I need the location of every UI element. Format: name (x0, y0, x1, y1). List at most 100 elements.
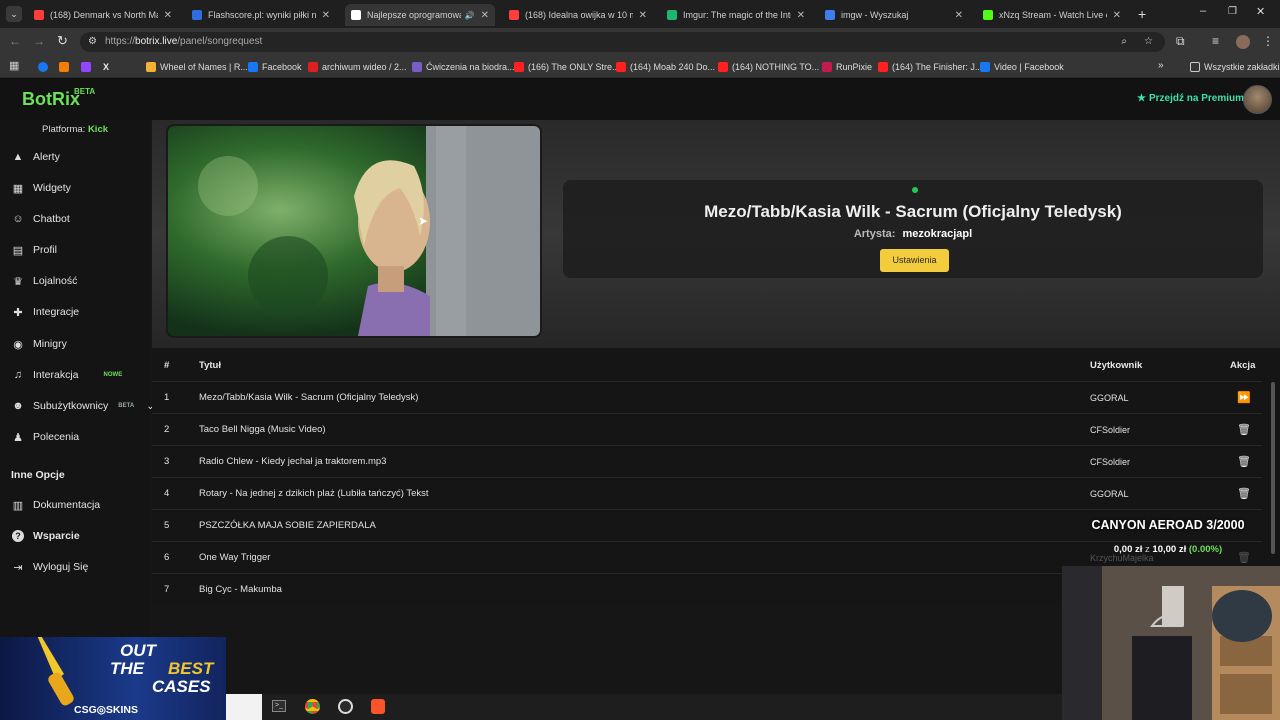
bookmark-item[interactable]: (164) The Finisher: J... (878, 60, 982, 74)
queue-row: 1 Mezo/Tabb/Kasia Wilk - Sacrum (Oficjaln… (152, 381, 1262, 413)
video-player[interactable]: ➤ (166, 124, 542, 338)
browser-tab[interactable]: Imgur: The magic of the Interne ✕ (661, 4, 811, 26)
bookmark-label: Video | Facebook (994, 62, 1064, 72)
taskbar-search[interactable] (226, 694, 262, 720)
sidebar-item[interactable]: ▤ Profil (12, 240, 57, 260)
sidebar-item[interactable]: ? Wsparcie (12, 526, 80, 546)
url-field[interactable]: ⚙ https://botrix.live/panel/songrequest … (80, 32, 1165, 52)
bookmark-x-icon[interactable]: X (103, 60, 109, 74)
browser-tab[interactable]: imgw - Wyszukaj ✕ (819, 4, 969, 26)
trash-icon[interactable]: 🗑 (1237, 423, 1251, 436)
browser-tab-bar: ⌄ (168) Denmark vs North Maced✕ Flashscor… (0, 0, 1280, 28)
extensions-icon[interactable]: ⧉ (1176, 34, 1185, 49)
sidebar-item[interactable]: ♫ Interakcja NOWE (12, 365, 122, 385)
site-info-icon[interactable]: ⚙ (88, 32, 97, 52)
goal-percent: (0.00%) (1188, 544, 1223, 555)
tab-close-icon[interactable]: ✕ (955, 10, 963, 21)
sidebar-item[interactable]: ▦ Widgety (12, 178, 71, 198)
browser-tab[interactable]: (168) Idealna owijka w 10 minu ✕ (503, 4, 653, 26)
sidebar-item[interactable]: ♟ Polecenia (12, 427, 79, 447)
tab-close-icon[interactable]: ✕ (1113, 10, 1121, 21)
zoom-icon[interactable]: ⌕ (1121, 32, 1127, 52)
bookmark-item[interactable]: Ćwiczenia na biodra... (412, 60, 515, 74)
trash-icon[interactable]: 🗑 (1237, 455, 1251, 468)
all-bookmarks-folder[interactable]: Wszystkie zakładki (1190, 60, 1280, 74)
media-control-icon[interactable]: ≡ (1212, 34, 1219, 48)
settings-button[interactable]: Ustawienia (880, 249, 949, 272)
user-avatar[interactable] (1243, 85, 1272, 114)
goal-current: 0,00 zł (1113, 544, 1143, 555)
chrome-icon[interactable] (305, 699, 320, 714)
bookmark-item[interactable]: (166) The ONLY Stre... (514, 60, 620, 74)
sidebar-item[interactable]: ▲ Alerty (12, 147, 60, 167)
brave-icon[interactable] (371, 699, 385, 714)
bookmark-favicon-icon (248, 62, 258, 72)
forward-icon[interactable]: → (33, 34, 45, 48)
obs-icon[interactable] (338, 699, 353, 714)
bookmark-favicon-icon (146, 62, 156, 72)
trash-icon[interactable]: 🗑 (1237, 487, 1251, 500)
tab-close-icon[interactable]: ✕ (322, 10, 330, 21)
bookmark-label: Facebook (262, 62, 302, 72)
tab-favicon-icon (351, 10, 361, 20)
star-icon: ★ (1137, 93, 1146, 104)
sidebar-item-label: Dokumentacja (33, 499, 101, 511)
new-tab-button[interactable]: + (1138, 6, 1146, 22)
reload-icon[interactable]: ↻ (57, 33, 68, 49)
menu-icon[interactable]: ⋮ (1262, 34, 1274, 48)
grid-icon: ▦ (12, 182, 24, 195)
goal-target: 10,00 zł (1152, 544, 1187, 555)
goal-separator: z (1145, 544, 1150, 555)
browser-tab[interactable]: Flashscore.pl: wyniki piłki nożne ✕ (186, 4, 336, 26)
sidebar-item[interactable]: ☺ Chatbot (12, 209, 69, 229)
bookmark-item[interactable]: (164) Moab 240 Do... (616, 60, 715, 74)
tab-close-icon[interactable]: ✕ (639, 10, 647, 21)
bookmark-item[interactable]: Wheel of Names | R... (146, 60, 248, 74)
apps-grid-icon[interactable]: ▦ (9, 59, 19, 72)
close-window-button[interactable]: ✕ (1256, 5, 1265, 18)
sidebar-item[interactable]: ⇥ Wyloguj Się (12, 557, 88, 577)
bookmark-facebook-icon[interactable] (38, 60, 52, 74)
bookmarks-overflow-icon[interactable]: » (1158, 60, 1164, 71)
artist-label: Artysta: (853, 228, 896, 240)
sidebar-item[interactable]: ▥ Dokumentacja (12, 495, 100, 515)
sidebar: Platforma: Kick ▲ Alerty ▦ Widgety ☺ Chatbot ▤… (0, 120, 155, 720)
sidebar-item[interactable]: ✚ Integracje (12, 302, 79, 322)
profile-avatar[interactable] (1236, 35, 1250, 49)
queue-row: 3 Radio Chlew - Kiedy jechał ja traktorem… (152, 445, 1262, 477)
botrix-logo[interactable]: BotRix BETA (22, 87, 95, 110)
bookmark-twitch-icon[interactable] (81, 60, 95, 74)
sidebar-item[interactable]: ◉ Minigry (12, 334, 67, 354)
back-icon[interactable]: ← (9, 34, 21, 48)
bookmark-item[interactable]: archiwum wideo / 2... (308, 60, 407, 74)
platform-indicator: Platforma: Kick (42, 124, 108, 135)
browser-tab[interactable]: Najlepsze oprogramowanie 🔊 ✕ (345, 4, 495, 26)
tab-close-icon[interactable]: ✕ (481, 10, 489, 21)
tab-close-icon[interactable]: ✕ (797, 10, 805, 21)
col-header-user: Użytkownik (1090, 360, 1143, 371)
minimize-button[interactable]: – (1200, 5, 1206, 17)
skip-forward-icon[interactable]: ⏩ (1237, 391, 1251, 404)
bookmark-item[interactable]: RunPixie (822, 60, 872, 74)
url-host: botrix.live (135, 36, 178, 47)
bookmark-item[interactable]: Video | Facebook (980, 60, 1064, 74)
terminal-icon[interactable]: >_ (272, 700, 286, 712)
sidebar-item[interactable]: ♛ Lojalność (12, 271, 77, 291)
bookmark-item[interactable]: (164) NOTHING TO... (718, 60, 819, 74)
queue-scrollbar[interactable] (1271, 382, 1275, 554)
tab-audio-icon[interactable]: 🔊 (465, 11, 475, 20)
trophy-icon: ♛ (13, 275, 23, 288)
sidebar-item[interactable]: ☻ Subużytkownicy BETA ⌄ (12, 396, 154, 416)
tab-favicon-icon (509, 10, 519, 20)
tab-search-button[interactable]: ⌄ (6, 6, 22, 22)
row-user: GGORAL (1090, 488, 1129, 499)
browser-tab[interactable]: (168) Denmark vs North Maced ✕ (28, 4, 178, 26)
bookmark-blogger-icon[interactable] (59, 60, 73, 74)
tab-close-icon[interactable]: ✕ (164, 10, 172, 21)
bookmark-item[interactable]: Facebook (248, 60, 302, 74)
premium-link[interactable]: ★ Przejdź na Premium (1137, 93, 1244, 104)
music-icon: ♫ (13, 369, 23, 381)
maximize-button[interactable]: ❐ (1228, 6, 1237, 17)
star-icon[interactable]: ☆ (1144, 32, 1153, 52)
browser-tab[interactable]: xNzq Stream - Watch Live on K ✕ (977, 4, 1127, 26)
